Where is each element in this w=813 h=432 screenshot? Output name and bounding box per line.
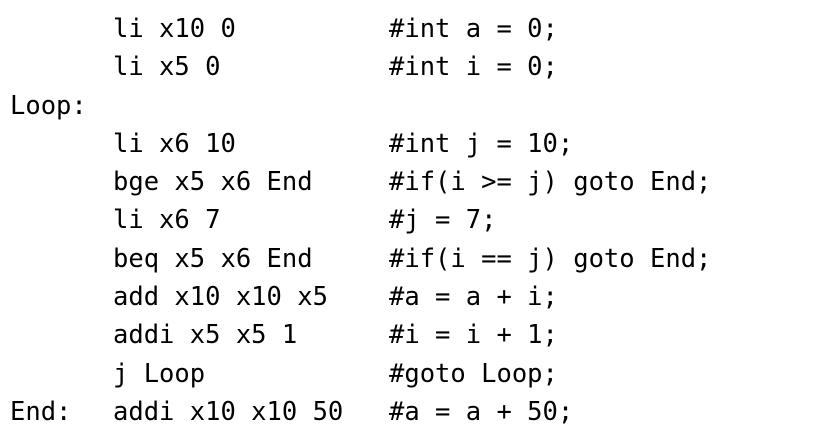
line-instruction: li x6 7 [113, 205, 221, 236]
line-instruction: addi x10 x10 50 [113, 396, 344, 427]
code-line-8: add x10 x10 x5 #a = a + i; [10, 278, 711, 316]
line-instruction: addi x5 x5 1 [113, 320, 298, 351]
code-line-2: li x5 0 #int i = 0; [10, 48, 711, 86]
line-label [10, 355, 113, 393]
line-label [10, 125, 113, 163]
line-label [10, 316, 113, 354]
line-comment: #j = 7; [389, 205, 497, 236]
line-label [10, 48, 113, 86]
line-comment: #if(i == j) goto End; [389, 243, 712, 274]
line-instruction: add x10 x10 x5 [113, 282, 328, 313]
line-instruction: beq x5 x6 End [113, 243, 313, 274]
line-comment: #goto Loop; [389, 358, 558, 389]
line-instruction: li x10 0 [113, 14, 236, 44]
line-instruction: li x5 0 [113, 52, 221, 83]
line-label: End: [10, 396, 72, 427]
code-line-10: j Loop #goto Loop; [10, 355, 711, 393]
code-line-6: li x6 7 #j = 7; [10, 201, 711, 239]
line-label: Loop: [10, 90, 87, 121]
code-line-5: bge x5 x6 End #if(i >= j) goto End; [10, 163, 711, 201]
code-line-1: li x10 0 #int a = 0; [10, 10, 711, 48]
line-instruction: li x6 10 [113, 128, 236, 159]
line-instruction: bge x5 x6 End [113, 167, 313, 198]
line-label [10, 163, 113, 201]
line-instruction [113, 87, 389, 125]
code-line-9: addi x5 x5 1 #i = i + 1; [10, 316, 711, 354]
line-comment: #i = i + 1; [389, 320, 558, 351]
line-label [10, 10, 113, 48]
code-line-4: li x6 10 #int j = 10; [10, 125, 711, 163]
line-instruction: j Loop [113, 358, 206, 389]
line-comment: #a = a + i; [389, 282, 558, 313]
line-comment: #int a = 0; [389, 14, 558, 44]
line-comment: #a = a + 50; [389, 396, 574, 427]
line-comment: #if(i >= j) goto End; [389, 167, 712, 198]
code-line-7: beq x5 x6 End #if(i == j) goto End; [10, 240, 711, 278]
line-comment: #int i = 0; [389, 52, 558, 83]
line-comment: #int j = 10; [389, 128, 574, 159]
line-label [10, 201, 113, 239]
line-label [10, 240, 113, 278]
code-line-11: End: addi x10 x10 50 #a = a + 50; [10, 393, 711, 431]
code-listing: li x10 0 #int a = 0; li x5 0 #int i = 0; L… [10, 10, 711, 431]
line-label [10, 278, 113, 316]
code-line-3: Loop: [10, 87, 711, 125]
